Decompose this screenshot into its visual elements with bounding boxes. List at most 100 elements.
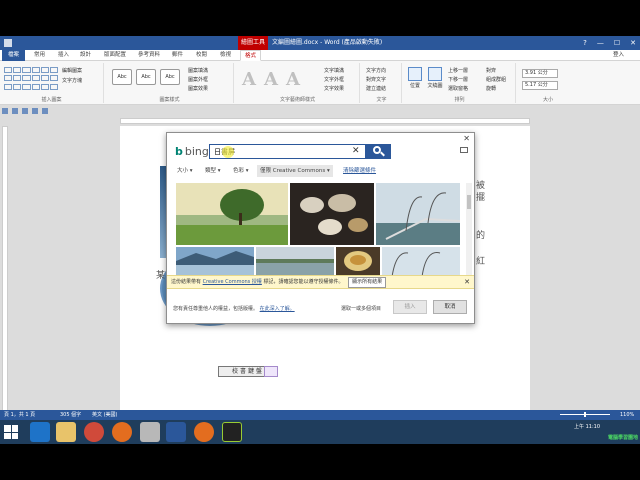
position-label: 位置 [409, 83, 420, 89]
firefox-icon[interactable] [112, 422, 132, 442]
clear-search-icon[interactable]: ✕ [352, 145, 360, 158]
tab-format[interactable]: 格式 [240, 50, 262, 61]
clock[interactable]: 上午 11:10 [574, 424, 600, 430]
system-tray: 上午 11:10 [574, 423, 600, 431]
cc-license-link[interactable]: Creative Commons 授權 [203, 279, 262, 285]
shape-style-2[interactable]: Abc [136, 69, 156, 85]
clear-filters-link[interactable]: 清除篩選條件 [343, 165, 376, 177]
scrollbar-thumb[interactable] [467, 195, 471, 209]
align-button[interactable]: 對齊 [486, 67, 496, 74]
context-tab-label: 繪圖工具 [238, 36, 268, 50]
tab-layout[interactable]: 版面配置 [104, 50, 126, 61]
tab-review[interactable]: 校閱 [196, 50, 207, 61]
align-text-button[interactable]: 對齊文字 [366, 76, 386, 83]
zoom-thumb[interactable] [584, 412, 586, 417]
redo-icon[interactable] [22, 108, 28, 114]
save-icon[interactable] [2, 108, 8, 114]
group-size: 3.91 公分 5.17 公分 大小 [518, 63, 578, 103]
notice-text: 這份結果帶有 [171, 279, 202, 285]
insert-button[interactable]: 插入 [393, 300, 427, 314]
print-icon[interactable] [42, 108, 48, 114]
result-thumb-river[interactable] [256, 247, 334, 277]
tab-insert[interactable]: 插入 [58, 50, 69, 61]
group-arrange: 位置 文繞圖 上移一層 下移一層 選取窗格 對齊 組成群組 旋轉 排列 [404, 63, 516, 103]
results-scrollbar[interactable] [466, 183, 472, 275]
shape-outline-button[interactable]: 圖案外框 [188, 76, 208, 83]
bring-forward-button[interactable]: 上移一層 [448, 67, 468, 74]
position-button[interactable]: 位置 [406, 67, 424, 89]
edit-shape-button[interactable]: 編輯圖案 [62, 67, 82, 74]
selection-pane-button[interactable]: 選取窗格 [448, 85, 468, 92]
text-effects-button[interactable]: 文字效果 [324, 85, 344, 92]
tab-file[interactable]: 檔案 [2, 50, 26, 61]
result-thumb-tree[interactable] [176, 183, 288, 245]
rotate-button[interactable]: 旋轉 [486, 85, 496, 92]
tab-home[interactable]: 常用 [34, 50, 45, 61]
group-label: 文字藝術師樣式 [279, 97, 315, 103]
group-button[interactable]: 組成群組 [486, 76, 506, 83]
wordart-style-3[interactable]: A [286, 69, 300, 90]
search-button[interactable] [365, 144, 391, 159]
result-thumb-sculpture[interactable] [382, 247, 460, 277]
learn-more-link[interactable]: 在此深入了解。 [260, 306, 295, 312]
open-icon[interactable] [32, 108, 38, 114]
bing-icon: b [175, 145, 183, 158]
tab-view[interactable]: 檢視 [220, 50, 231, 61]
wordart-style-1[interactable]: A [242, 69, 256, 90]
bing-logo: b bing [175, 145, 209, 158]
show-all-results-button[interactable]: 顯示所有結果 [348, 277, 387, 288]
file-explorer-icon[interactable] [56, 422, 76, 442]
filter-license[interactable]: 僅限 Creative Commons ▾ [257, 165, 333, 177]
selection-hint: 選取一或多個項目 [341, 306, 382, 312]
close-notice-icon[interactable]: ✕ [464, 276, 470, 288]
word-app-icon[interactable] [166, 422, 186, 442]
text-fill-button[interactable]: 文字填滿 [324, 67, 344, 74]
text-box-button[interactable]: 文字方塊 [62, 77, 82, 84]
tab-references[interactable]: 參考資料 [138, 50, 160, 61]
height-spinner[interactable]: 3.91 公分 [522, 69, 558, 78]
internet-explorer-icon[interactable] [30, 422, 50, 442]
sign-in-link[interactable]: 登入 [613, 50, 624, 61]
help-button[interactable]: ? [583, 36, 587, 50]
shape-style-1[interactable]: Abc [112, 69, 132, 85]
width-spinner[interactable]: 5.17 公分 [522, 81, 558, 90]
search-app-icon[interactable] [140, 422, 160, 442]
cancel-button[interactable]: 取消 [433, 300, 467, 314]
firefox-icon-2[interactable] [194, 422, 214, 442]
zoom-slider[interactable] [560, 412, 610, 417]
feedback-icon[interactable] [460, 147, 468, 153]
wordart-style-2[interactable]: A [264, 69, 278, 90]
close-window-button[interactable]: ✕ [630, 36, 636, 50]
send-backward-button[interactable]: 下移一層 [448, 76, 468, 83]
tab-design[interactable]: 設計 [80, 50, 91, 61]
maximize-button[interactable]: ☐ [614, 36, 620, 50]
filter-color[interactable]: 色彩 ▾ [233, 165, 249, 177]
text-direction-button[interactable]: 文字方向 [366, 67, 386, 74]
create-link-button[interactable]: 建立連結 [366, 85, 386, 92]
word-logo-icon [4, 39, 12, 47]
result-thumb-food[interactable] [290, 183, 374, 245]
zoom-level[interactable]: 110% [620, 410, 634, 420]
chrome-icon[interactable] [84, 422, 104, 442]
layout-options-icon[interactable] [264, 366, 278, 377]
shape-fill-button[interactable]: 圖案填滿 [188, 67, 208, 74]
recorder-app-icon[interactable] [222, 422, 242, 442]
undo-icon[interactable] [12, 108, 18, 114]
shape-gallery[interactable] [4, 67, 58, 91]
wrap-text-button[interactable]: 文繞圖 [426, 67, 444, 89]
filter-size[interactable]: 大小 ▾ [177, 165, 193, 177]
text-outline-button[interactable]: 文字外框 [324, 76, 344, 83]
result-thumb-dish[interactable] [336, 247, 380, 277]
minimize-button[interactable]: — [597, 36, 604, 50]
close-dialog-button[interactable]: ✕ [463, 134, 470, 143]
windows-start-icon[interactable] [4, 425, 18, 439]
tab-mailings[interactable]: 郵件 [172, 50, 183, 61]
copyright-note: 您有責任尊重他人的權益，包括版權。 在此深入了解。 [173, 305, 295, 312]
language-indicator[interactable]: 英文 (美國) [92, 410, 118, 420]
shape-effects-button[interactable]: 圖案效果 [188, 85, 208, 92]
filter-type[interactable]: 類型 ▾ [205, 165, 221, 177]
shape-style-3[interactable]: Abc [160, 69, 180, 85]
result-thumb-bridge[interactable] [376, 183, 460, 245]
result-thumb-lake[interactable] [176, 247, 254, 277]
window-controls: ? — ☐ ✕ [583, 36, 636, 50]
